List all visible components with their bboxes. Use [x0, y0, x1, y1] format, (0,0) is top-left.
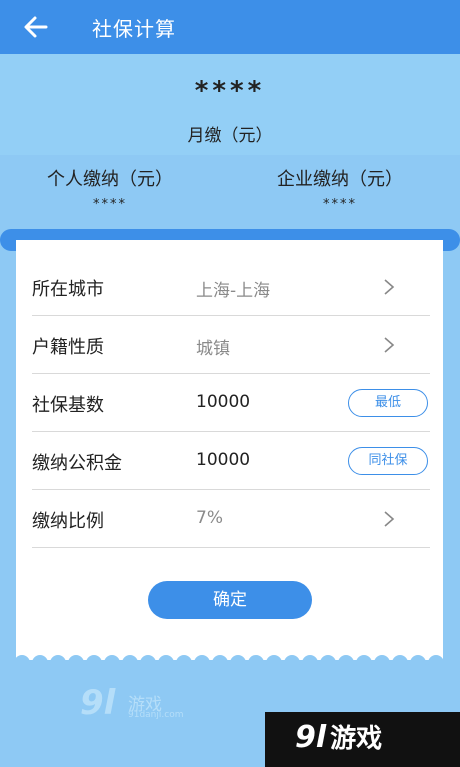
- company-label: 企业缴纳（元）: [277, 169, 403, 190]
- social-base-input[interactable]: 10000: [196, 392, 250, 412]
- minimum-button[interactable]: 最低: [348, 389, 428, 417]
- monthly-summary: **** 月缴（元）: [0, 54, 460, 155]
- arrow-left-icon[interactable]: [22, 14, 50, 40]
- social-base-label: 社保基数: [32, 395, 104, 416]
- chevron-right-icon: [384, 279, 395, 295]
- personal-label: 个人缴纳（元）: [47, 169, 173, 190]
- app-bar: 社保计算: [0, 0, 460, 54]
- chevron-right-icon: [384, 337, 395, 353]
- watermark-url: 91danji.com: [128, 710, 184, 720]
- card-scalloped-edge: [16, 651, 443, 667]
- payment-split: 个人缴纳（元） **** 企业缴纳（元） ****: [0, 155, 460, 230]
- corner-logo-text: 游戏: [330, 724, 383, 754]
- personal-value: ****: [93, 197, 127, 212]
- corner-logo: 9l 游戏: [295, 718, 382, 755]
- confirm-button[interactable]: 确定: [148, 581, 312, 619]
- household-type-row[interactable]: 户籍性质 城镇: [32, 316, 430, 374]
- housing-fund-input[interactable]: 10000: [196, 450, 250, 470]
- monthly-label: 月缴（元）: [187, 126, 273, 146]
- watermark-logo-number: 9l: [80, 683, 116, 723]
- city-value: 上海-上海: [196, 281, 271, 301]
- corner-logo-number: 9l: [295, 720, 327, 755]
- ratio-value: 7%: [196, 508, 223, 528]
- housing-fund-row: 缴纳公积金 10000 同社保: [32, 432, 430, 490]
- household-type-label: 户籍性质: [32, 337, 104, 358]
- ratio-label: 缴纳比例: [32, 511, 104, 532]
- city-label: 所在城市: [32, 279, 104, 300]
- corner-logo-badge: 9l 游戏: [265, 712, 460, 767]
- same-as-social-button[interactable]: 同社保: [348, 447, 428, 475]
- monthly-amount: ****: [194, 76, 266, 106]
- household-type-value: 城镇: [196, 339, 230, 359]
- housing-fund-label: 缴纳公积金: [32, 453, 122, 474]
- personal-payment: 个人缴纳（元） ****: [0, 165, 225, 212]
- ratio-row[interactable]: 缴纳比例 7%: [32, 490, 430, 548]
- page-title: 社保计算: [92, 17, 176, 41]
- chevron-right-icon: [384, 511, 395, 527]
- social-base-row: 社保基数 10000 最低: [32, 374, 430, 432]
- city-row[interactable]: 所在城市 上海-上海: [32, 258, 430, 316]
- company-payment: 企业缴纳（元） ****: [225, 165, 455, 212]
- company-value: ****: [323, 197, 357, 212]
